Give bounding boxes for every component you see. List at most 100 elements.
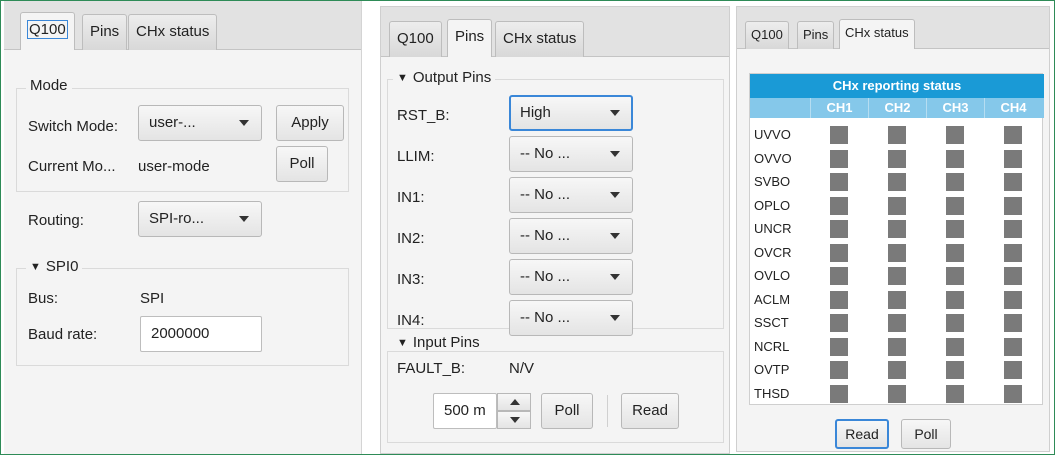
status-indicator-uvvo-ch4 <box>1004 126 1022 144</box>
tab-pins[interactable]: Pins <box>447 19 493 57</box>
status-row-label-ovcr: OVCR <box>754 245 792 260</box>
in4-value: -- No ... <box>520 309 571 326</box>
tab-bar: Q100 Pins CHx status <box>737 7 1049 49</box>
pins-panel: Q100 Pins CHx status ▼ Output Pins RST_B:… <box>380 6 730 454</box>
status-indicator-thsd-ch4 <box>1004 385 1022 403</box>
collapse-triangle-icon: ▼ <box>30 261 41 273</box>
in1-select[interactable]: -- No ... <box>509 177 633 213</box>
tab-chx-status[interactable]: CHx status <box>128 14 218 50</box>
status-row-label-uncr: UNCR <box>754 221 792 236</box>
status-indicator-thsd-ch3 <box>946 385 964 403</box>
in2-value: -- No ... <box>520 227 571 244</box>
status-indicator-ovcr-ch1 <box>830 244 848 262</box>
llim-select[interactable]: -- No ... <box>509 136 633 172</box>
status-indicator-uncr-ch1 <box>830 220 848 238</box>
tab-bar: Q100 Pins CHx status <box>381 7 729 57</box>
status-indicator-ncrl-ch3 <box>946 338 964 356</box>
collapse-triangle-icon: ▼ <box>397 337 408 349</box>
status-indicator-thsd-ch2 <box>888 385 906 403</box>
in3-label: IN3: <box>397 271 425 288</box>
status-indicator-aclm-ch3 <box>946 291 964 309</box>
in4-select[interactable]: -- No ... <box>509 300 633 336</box>
channel-header: CH1 CH2 CH3 CH4 <box>750 98 1044 118</box>
tab-q100[interactable]: Q100 <box>745 21 789 49</box>
baud-rate-input[interactable]: 2000000 <box>140 316 262 352</box>
current-mode-label: Current Mo... <box>28 158 116 175</box>
switch-mode-select[interactable]: user-... <box>138 105 262 141</box>
channel-header-ch3: CH3 <box>926 98 984 118</box>
increment-icon[interactable] <box>497 393 531 411</box>
status-indicator-ovcr-ch2 <box>888 244 906 262</box>
switch-mode-value: user-... <box>149 114 196 131</box>
status-indicator-uncr-ch3 <box>946 220 964 238</box>
separator <box>607 395 608 427</box>
q100-panel: Q100 Pins CHx status Mode Switch Mode: u… <box>4 0 362 455</box>
apply-button[interactable]: Apply <box>276 105 344 141</box>
status-indicator-ovvo-ch1 <box>830 150 848 168</box>
input-pins-legend[interactable]: ▼ Input Pins <box>393 334 484 351</box>
status-indicator-uvvo-ch1 <box>830 126 848 144</box>
channel-header-ch1: CH1 <box>810 98 868 118</box>
status-indicator-aclm-ch4 <box>1004 291 1022 309</box>
status-indicator-oplo-ch3 <box>946 197 964 215</box>
status-indicator-ovtp-ch1 <box>830 361 848 379</box>
bus-label: Bus: <box>28 290 59 307</box>
tab-pins[interactable]: Pins <box>82 14 128 50</box>
output-pins-legend[interactable]: ▼ Output Pins <box>393 69 496 86</box>
in2-label: IN2: <box>397 230 425 247</box>
status-row-label-ncrl: NCRL <box>754 339 790 354</box>
chevron-down-icon <box>610 192 620 198</box>
status-indicator-ssct-ch2 <box>888 314 906 332</box>
status-indicator-ncrl-ch4 <box>1004 338 1022 356</box>
tab-chx-status[interactable]: CHx status <box>495 21 585 57</box>
chevron-down-icon <box>610 315 620 321</box>
poll-button[interactable]: Poll <box>901 419 951 449</box>
tab-q100[interactable]: Q100 <box>389 21 442 57</box>
poll-interval-input[interactable]: 500 m <box>433 393 497 429</box>
status-indicator-svbo-ch2 <box>888 173 906 191</box>
status-row-label-svbo: SVBO <box>754 174 791 189</box>
chevron-down-icon <box>239 120 249 126</box>
in3-value: -- No ... <box>520 268 571 285</box>
baud-rate-label: Baud rate: <box>28 326 98 343</box>
chevron-down-icon <box>239 216 249 222</box>
chevron-down-icon <box>610 110 620 116</box>
llim-value: -- No ... <box>520 145 571 162</box>
poll-button[interactable]: Poll <box>541 393 593 429</box>
tab-q100[interactable]: Q100 <box>20 12 75 50</box>
status-row-label-ovtp: OVTP <box>754 362 790 377</box>
status-indicator-ssct-ch3 <box>946 314 964 332</box>
rst-b-select[interactable]: High <box>509 95 633 131</box>
poll-button[interactable]: Poll <box>276 146 328 182</box>
spi0-legend[interactable]: ▼ SPI0 <box>26 258 83 275</box>
chevron-down-icon <box>610 151 620 157</box>
in4-label: IN4: <box>397 312 425 329</box>
tab-chx-status[interactable]: CHx status <box>839 19 915 49</box>
status-indicator-thsd-ch1 <box>830 385 848 403</box>
bus-value: SPI <box>140 290 165 307</box>
current-mode-value: user-mode <box>138 158 210 175</box>
status-indicator-ssct-ch4 <box>1004 314 1022 332</box>
chx-status-title: CHx reporting status <box>750 74 1044 98</box>
in2-select[interactable]: -- No ... <box>509 218 633 254</box>
routing-label: Routing: <box>28 212 84 229</box>
status-indicator-ovcr-ch3 <box>946 244 964 262</box>
status-row-label-uvvo: UVVO <box>754 127 791 142</box>
routing-value: SPI-ro... <box>149 210 205 227</box>
read-button[interactable]: Read <box>621 393 679 429</box>
status-indicator-svbo-ch1 <box>830 173 848 191</box>
status-indicator-oplo-ch1 <box>830 197 848 215</box>
read-button[interactable]: Read <box>835 419 889 449</box>
decrement-icon[interactable] <box>497 411 531 429</box>
status-row-label-ssct: SSCT <box>754 315 789 330</box>
collapse-triangle-icon: ▼ <box>397 72 408 84</box>
status-indicator-uvvo-ch2 <box>888 126 906 144</box>
in3-select[interactable]: -- No ... <box>509 259 633 295</box>
rst-b-label: RST_B: <box>397 107 450 124</box>
tab-pins[interactable]: Pins <box>797 21 835 49</box>
status-indicator-ovlo-ch2 <box>888 267 906 285</box>
status-indicator-ovtp-ch3 <box>946 361 964 379</box>
routing-select[interactable]: SPI-ro... <box>138 201 262 237</box>
chx-status-panel: Q100 Pins CHx status CHx reporting statu… <box>736 6 1050 452</box>
status-indicator-aclm-ch2 <box>888 291 906 309</box>
